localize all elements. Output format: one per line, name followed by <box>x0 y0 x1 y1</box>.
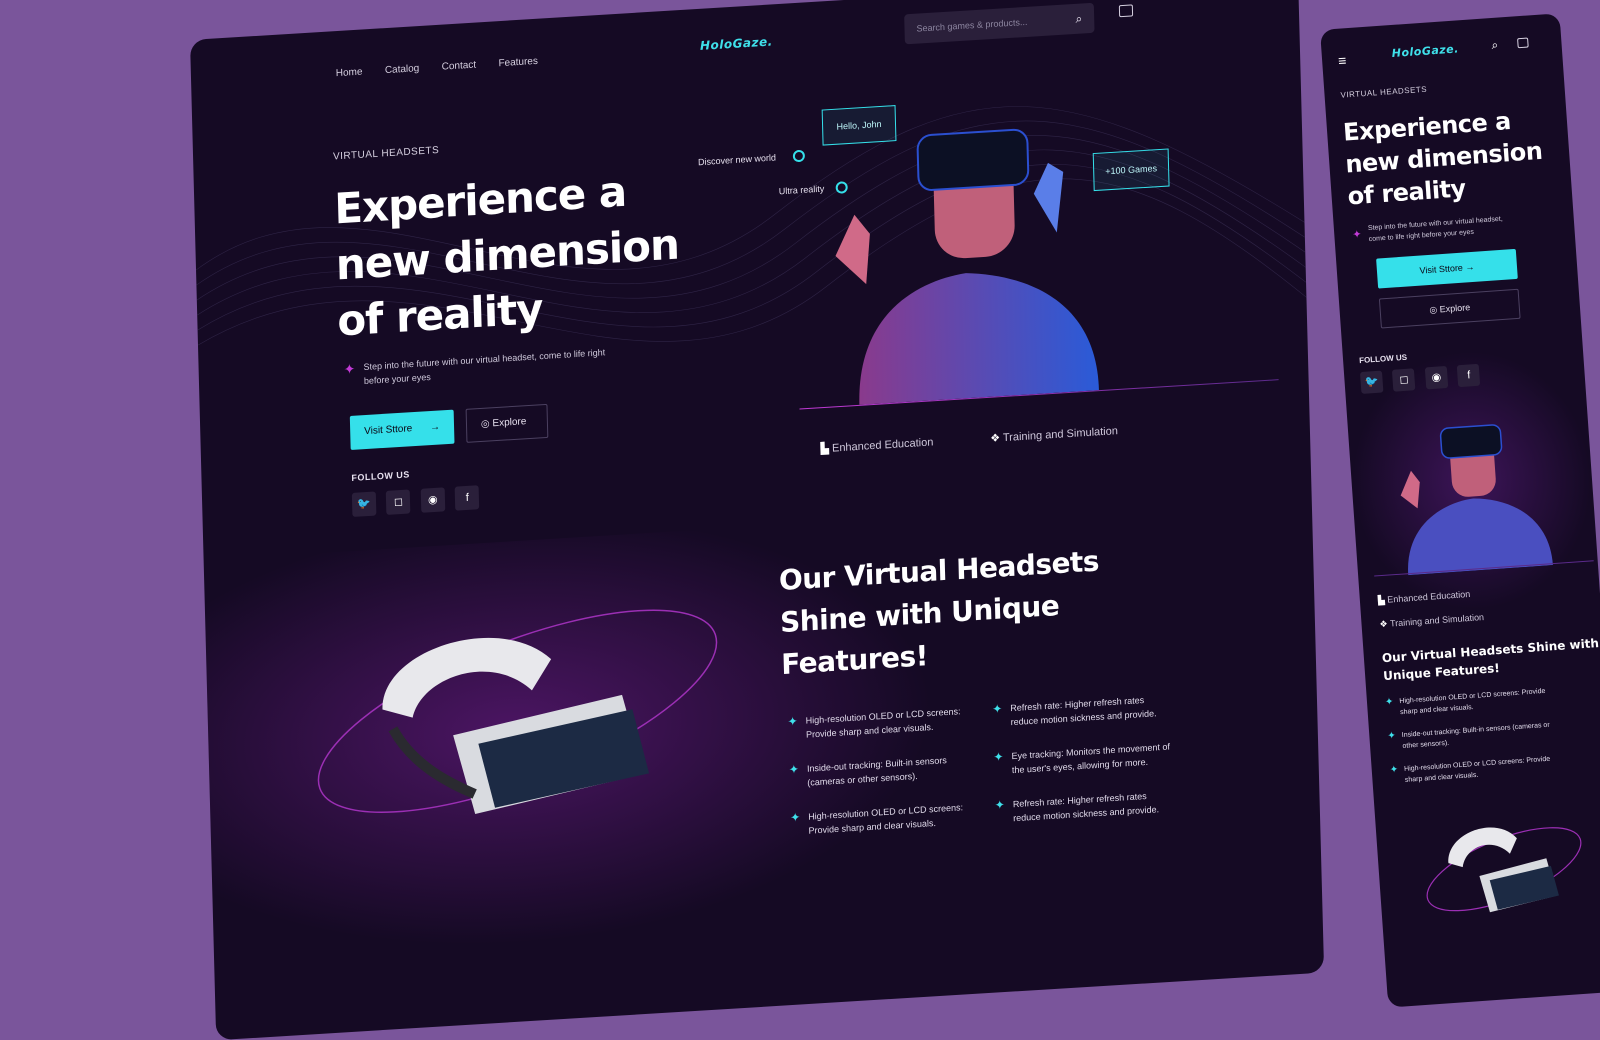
hero-title: Experience a new dimension of reality <box>1342 103 1545 213</box>
training-icon: ❖ <box>990 432 1004 445</box>
arrow-right-icon: → <box>1465 261 1475 273</box>
section-title: Our Virtual Headsets Shine with Unique F… <box>778 540 1101 686</box>
compass-icon: ◎ <box>480 418 493 430</box>
education-icon: ▙ <box>820 442 833 456</box>
star-icon: ✦ <box>1389 764 1399 776</box>
headset-product-image <box>1426 827 1582 913</box>
facebook-icon[interactable]: f <box>454 485 480 511</box>
hero-kicker: VIRTUAL HEADSETS <box>1340 84 1428 100</box>
star-icon: ✦ <box>994 797 1006 813</box>
search-icon[interactable]: ⌕ <box>1491 38 1499 53</box>
feature-list: ✦ High-resolution OLED or LCD screens: P… <box>788 689 1221 859</box>
explore-button[interactable]: ◎ Explore <box>1378 288 1521 329</box>
feature-list: ✦ High-resolution OLED or LCD screens: P… <box>1385 682 1600 798</box>
nav-home[interactable]: Home <box>336 67 363 80</box>
star-icon: ✦ <box>788 762 800 777</box>
feature-text: Refresh rate: Higher refresh rates reduc… <box>1013 788 1160 845</box>
vr-user-photo <box>1400 424 1553 576</box>
discord-icon[interactable]: ◉ <box>1424 365 1449 390</box>
arrow-right-icon: → <box>429 421 441 434</box>
visit-store-button[interactable]: Visit Sttore → <box>349 409 455 450</box>
nav-contact[interactable]: Contact <box>442 60 477 73</box>
search-icon[interactable]: ⌕ <box>1075 3 1083 33</box>
explore-label: Explore <box>492 416 527 430</box>
section-title: Our Virtual Headsets Shine with Unique F… <box>1381 634 1600 685</box>
star-icon: ✦ <box>1387 730 1397 743</box>
games-tag-label: +100 Games <box>1105 163 1158 177</box>
games-tag: +100 Games <box>1092 148 1170 192</box>
instagram-icon[interactable]: ◻ <box>1392 368 1416 392</box>
main-nav: Home Catalog Contact Features <box>336 50 557 81</box>
hello-tag-label: Hello, John <box>836 118 882 132</box>
facebook-icon[interactable]: f <box>1457 363 1481 388</box>
star-icon: ✦ <box>992 701 1003 717</box>
menu-icon[interactable]: ≡ <box>1338 52 1347 69</box>
mobile-mockup: ≡ HoloGaze. ⌕ VIRTUAL HEADSETS Experienc… <box>1320 13 1600 1008</box>
visit-store-label: Visit Sttore <box>1419 262 1464 276</box>
sparkle-icon: ✦ <box>1351 228 1363 242</box>
instagram-icon[interactable]: ◻ <box>386 489 411 515</box>
brand-logo[interactable]: HoloGaze. <box>700 34 773 52</box>
feature-text: Inside-out tracking: Built-in sensors (c… <box>807 753 948 810</box>
nav-catalog[interactable]: Catalog <box>385 63 420 76</box>
search-input[interactable]: Search games & products... ⌕ <box>904 2 1095 45</box>
visit-store-button[interactable]: Visit Sttore → <box>1376 248 1518 289</box>
hero-subtitle: Step into the future with our virtual he… <box>1368 214 1504 245</box>
explore-button[interactable]: ◎ Explore <box>465 403 549 443</box>
star-icon: ✦ <box>993 749 1004 765</box>
star-icon: ✦ <box>787 714 798 729</box>
explore-label: Explore <box>1439 302 1471 315</box>
headset-product-image <box>317 609 718 815</box>
sparkle-icon: ✦ <box>343 360 356 378</box>
nav-features[interactable]: Features <box>498 56 538 69</box>
star-icon: ✦ <box>1384 696 1394 709</box>
desktop-mockup: Home Catalog Contact Features HoloGaze. … <box>190 0 1325 1040</box>
twitter-icon[interactable]: 🐦 <box>351 491 377 517</box>
discord-icon[interactable]: ◉ <box>420 487 446 513</box>
bag-icon[interactable] <box>1118 4 1134 18</box>
hero-title: Experience a new dimension of reality <box>334 161 681 350</box>
bag-icon[interactable] <box>1517 37 1529 49</box>
compass-icon: ◎ <box>1429 304 1441 316</box>
twitter-icon[interactable]: 🐦 <box>1359 370 1384 394</box>
star-icon: ✦ <box>790 810 801 825</box>
search-placeholder: Search games & products... <box>916 16 1028 34</box>
brand-logo[interactable]: HoloGaze. <box>1391 42 1459 60</box>
hello-tag: Hello, John <box>821 105 897 146</box>
visit-store-label: Visit Sttore <box>364 423 413 438</box>
feature-text: High-resolution OLED or LCD screens: Pro… <box>808 800 964 857</box>
